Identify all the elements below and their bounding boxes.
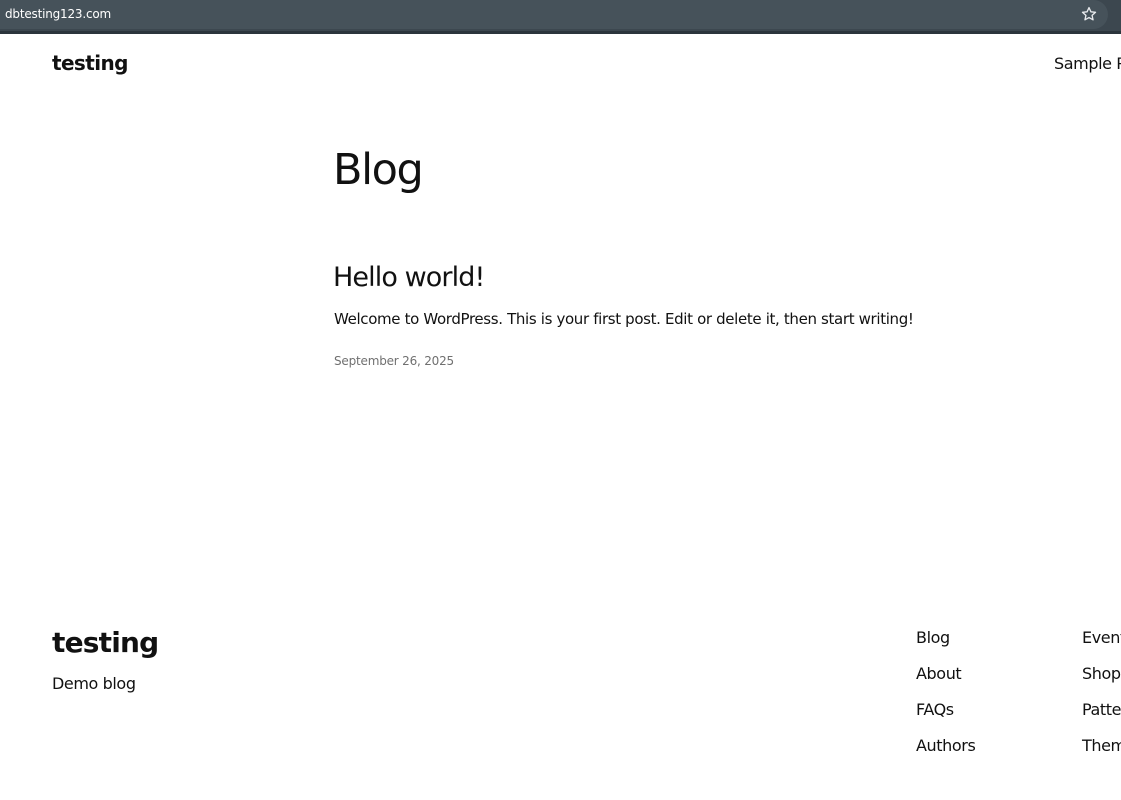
site-title[interactable]: testing: [52, 51, 128, 75]
footer-link-blog[interactable]: Blog: [916, 628, 975, 664]
footer-link-events[interactable]: Events: [1082, 628, 1121, 664]
footer-link-faqs[interactable]: FAQs: [916, 700, 975, 736]
footer-tagline: Demo blog: [52, 674, 136, 693]
footer-link-about[interactable]: About: [916, 664, 975, 700]
address-bar-url[interactable]: dbtesting123.com: [5, 7, 111, 21]
footer-link-shop[interactable]: Shop: [1082, 664, 1121, 700]
footer-site-title[interactable]: testing: [52, 626, 159, 659]
footer-link-authors[interactable]: Authors: [916, 736, 976, 772]
post-date: September 26, 2025: [334, 354, 454, 368]
footer-link-patterns[interactable]: Patter: [1082, 700, 1121, 736]
star-icon[interactable]: [1080, 5, 1098, 23]
footer-nav-column-1: Blog About FAQs Authors: [916, 628, 976, 772]
page-title: Blog: [333, 145, 424, 195]
browser-toolbar: dbtesting123.com: [0, 0, 1121, 34]
footer-link-themes[interactable]: Theme: [1082, 736, 1121, 772]
address-bar[interactable]: dbtesting123.com: [0, 0, 1108, 29]
footer-nav-column-2: Events Shop Patter Theme: [1082, 628, 1121, 772]
post-title-link[interactable]: Hello world!: [333, 262, 485, 293]
post-excerpt: Welcome to WordPress. This is your first…: [334, 310, 914, 328]
nav-link-sample-page[interactable]: Sample Pa: [1054, 54, 1121, 73]
